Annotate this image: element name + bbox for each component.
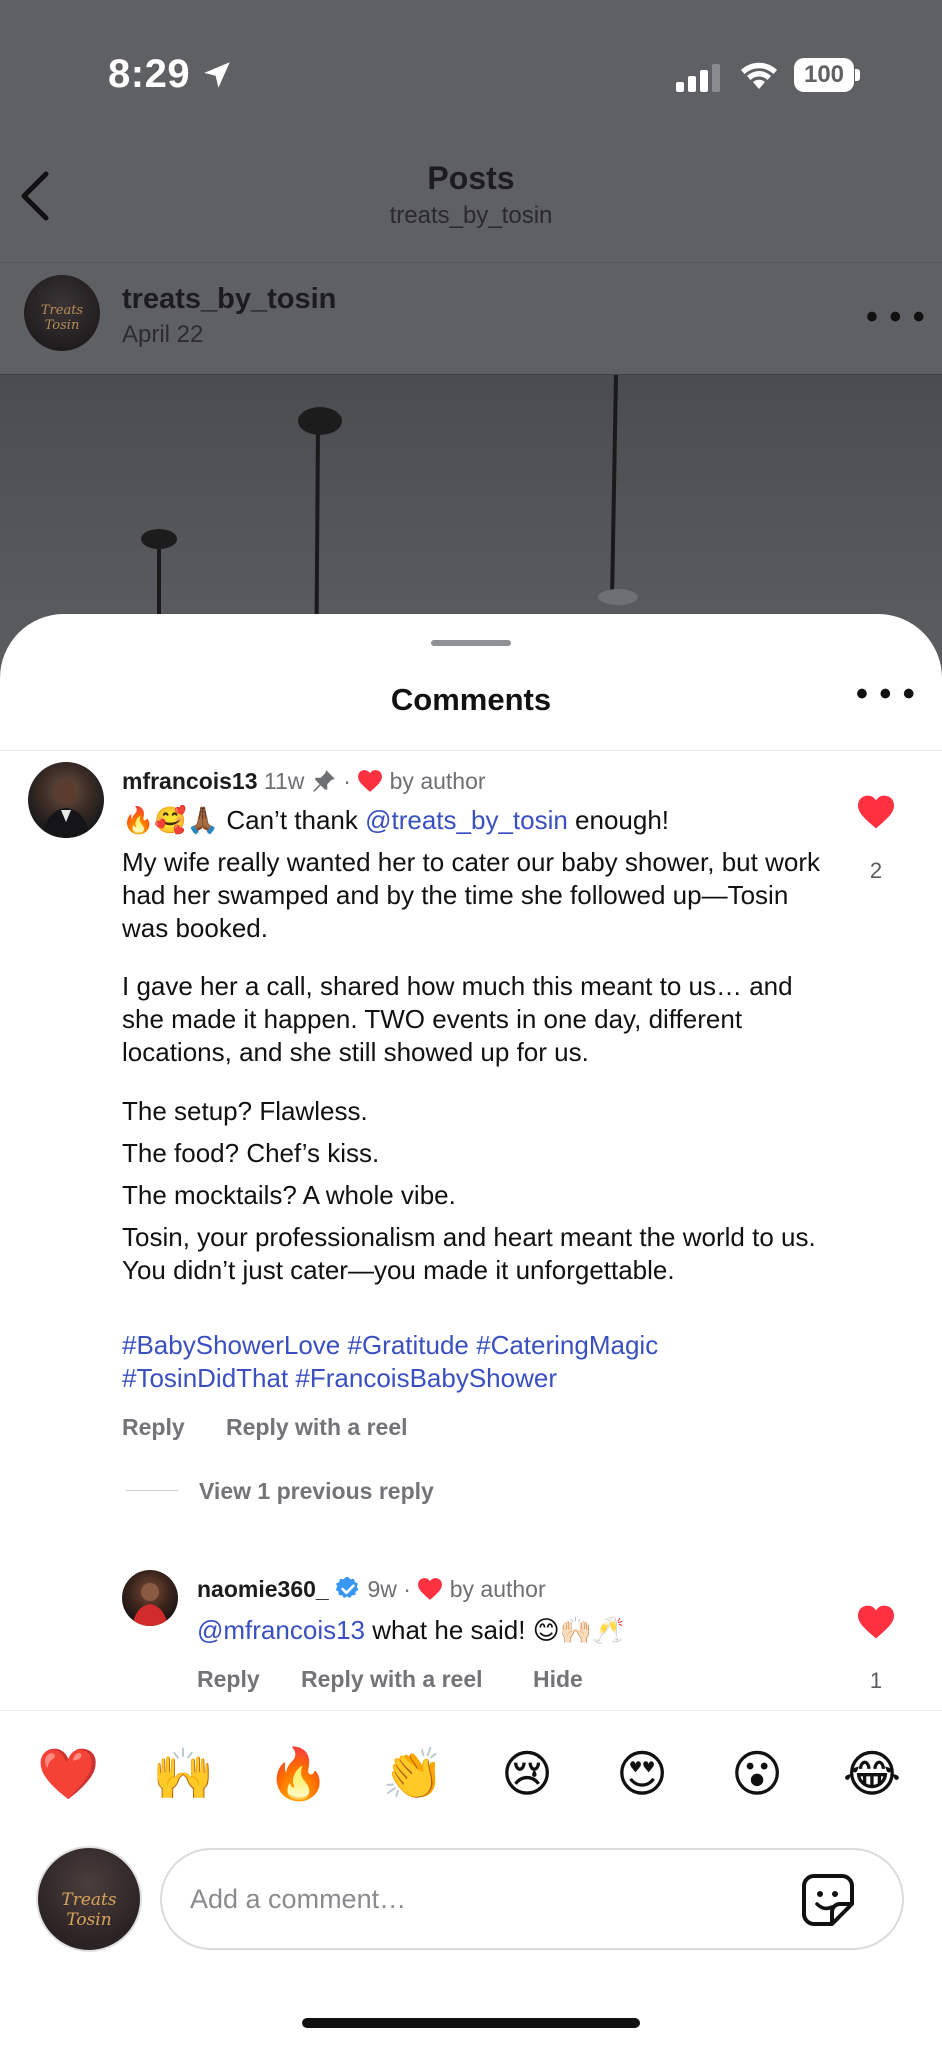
status-time: 8:29 xyxy=(108,52,191,96)
liked-by-author-label: by author xyxy=(449,1576,546,1602)
view-previous-replies-button[interactable]: View 1 previous reply xyxy=(199,1478,434,1505)
comment-paragraph: Tosin, your professionalism and heart me… xyxy=(122,1222,816,1285)
commenter-avatar[interactable] xyxy=(122,1570,178,1626)
sheet-grabber[interactable] xyxy=(431,640,511,646)
avatar-logo-text: Treats Tosin xyxy=(61,1890,117,1930)
reaction-surprised[interactable]: 😮 xyxy=(727,1744,787,1804)
heart-icon xyxy=(358,770,383,792)
divider xyxy=(0,1710,942,1711)
hide-button[interactable]: Hide xyxy=(533,1666,583,1693)
page-subtitle: treats_by_tosin xyxy=(389,202,553,229)
comment-paragraph: The mocktails? A whole vibe. xyxy=(122,1180,456,1210)
comment-paragraph: My wife really wanted her to cater our b… xyxy=(122,847,820,943)
status-bar: 8:29 100 xyxy=(0,0,942,150)
meta-separator: · xyxy=(343,768,351,794)
post-header: Treats Tosin treats_by_tosin April 22 • … xyxy=(0,262,942,374)
reaction-laughing[interactable]: 😂 xyxy=(842,1744,902,1804)
comment-composer xyxy=(160,1848,904,1950)
comment-paragraph: The food? Chef’s kiss. xyxy=(122,1138,380,1168)
post-screen-background: 8:29 100 Posts treats_by_tosin Treats To… xyxy=(0,0,942,700)
like-count: 1 xyxy=(869,1668,883,1693)
comment-meta: naomie360_ 9w · by author xyxy=(197,1576,546,1603)
sticker-icon[interactable] xyxy=(800,1872,856,1928)
heart-icon xyxy=(418,1578,443,1600)
battery-indicator: 100 xyxy=(794,58,860,92)
comment-input[interactable] xyxy=(190,1850,750,1948)
hashtag-line[interactable]: #BabyShowerLove #Gratitude #CateringMagi… xyxy=(122,1329,842,1362)
verified-badge-icon xyxy=(335,1576,359,1599)
location-arrow-icon xyxy=(204,62,230,88)
reply-text: @mfrancois13 what he said! 😊🙌🏻🥂 xyxy=(197,1615,625,1645)
heart-icon[interactable] xyxy=(856,1604,896,1640)
page-title: Posts xyxy=(427,160,515,196)
reply-with-reel-button[interactable]: Reply with a reel xyxy=(226,1414,408,1441)
commenter-username[interactable]: naomie360_ xyxy=(197,1576,329,1602)
reaction-heart-eyes[interactable]: 😍 xyxy=(612,1744,672,1804)
pin-icon xyxy=(312,770,335,792)
reply-button[interactable]: Reply xyxy=(197,1666,260,1693)
more-icon[interactable]: • • • xyxy=(856,677,916,711)
reaction-raising-hands[interactable]: 🙌 xyxy=(152,1744,214,1804)
reaction-crying[interactable]: 😢 xyxy=(497,1744,557,1804)
comment-paragraph: The setup? Flawless. xyxy=(122,1096,368,1126)
sheet-title: Comments xyxy=(390,682,552,717)
reaction-heart[interactable]: ❤️ xyxy=(37,1744,99,1804)
more-icon[interactable]: • • • xyxy=(866,300,926,334)
post-author-username[interactable]: treats_by_tosin xyxy=(122,283,336,316)
divider xyxy=(0,750,942,751)
reaction-fire[interactable]: 🔥 xyxy=(267,1744,329,1804)
post-author-avatar[interactable]: Treats Tosin xyxy=(24,275,100,351)
comment-meta: mfrancois13 11w · by author xyxy=(122,768,486,795)
mention-link[interactable]: @mfrancois13 xyxy=(197,1615,365,1645)
hashtag-links: #BabyShowerLove #Gratitude #CateringMagi… xyxy=(122,1329,842,1395)
comment-paragraph: I gave her a call, shared how much this … xyxy=(122,971,793,1067)
reply-with-reel-button[interactable]: Reply with a reel xyxy=(301,1666,483,1693)
wifi-icon xyxy=(741,62,777,89)
comments-sheet: Comments • • • mfrancois13 11w · by auth… xyxy=(0,614,942,2048)
current-user-avatar: Treats Tosin xyxy=(36,1846,142,1952)
battery-level: 100 xyxy=(794,58,854,92)
like-count: 2 xyxy=(869,858,883,883)
commenter-username[interactable]: mfrancois13 xyxy=(122,768,258,794)
reply-button[interactable]: Reply xyxy=(122,1414,185,1441)
heart-icon[interactable] xyxy=(856,794,896,830)
commenter-avatar[interactable] xyxy=(28,762,104,838)
post-date: April 22 xyxy=(122,321,204,348)
quick-reactions: ❤️ 🙌 🔥 👏 😢 😍 😮 😂 xyxy=(0,1744,942,1804)
liked-by-author-label: by author xyxy=(389,768,486,794)
comment-time: 9w xyxy=(367,1576,397,1602)
avatar-logo-text: Treats Tosin xyxy=(40,303,84,333)
mention-link[interactable]: @treats_by_tosin xyxy=(365,805,568,835)
divider xyxy=(126,1490,178,1491)
comment-time: 11w xyxy=(263,768,305,794)
intro-emoji: 🔥🥰🙏🏾 xyxy=(122,805,220,835)
meta-separator: · xyxy=(403,1576,411,1602)
home-indicator xyxy=(302,2018,640,2028)
hashtag-line[interactable]: #TosinDidThat #FrancoisBabyShower xyxy=(122,1362,842,1395)
reaction-clapping[interactable]: 👏 xyxy=(382,1744,444,1804)
comment-intro: 🔥🥰🙏🏾 Can’t thank @treats_by_tosin enough… xyxy=(122,805,670,835)
cellular-signal-icon xyxy=(676,64,720,92)
